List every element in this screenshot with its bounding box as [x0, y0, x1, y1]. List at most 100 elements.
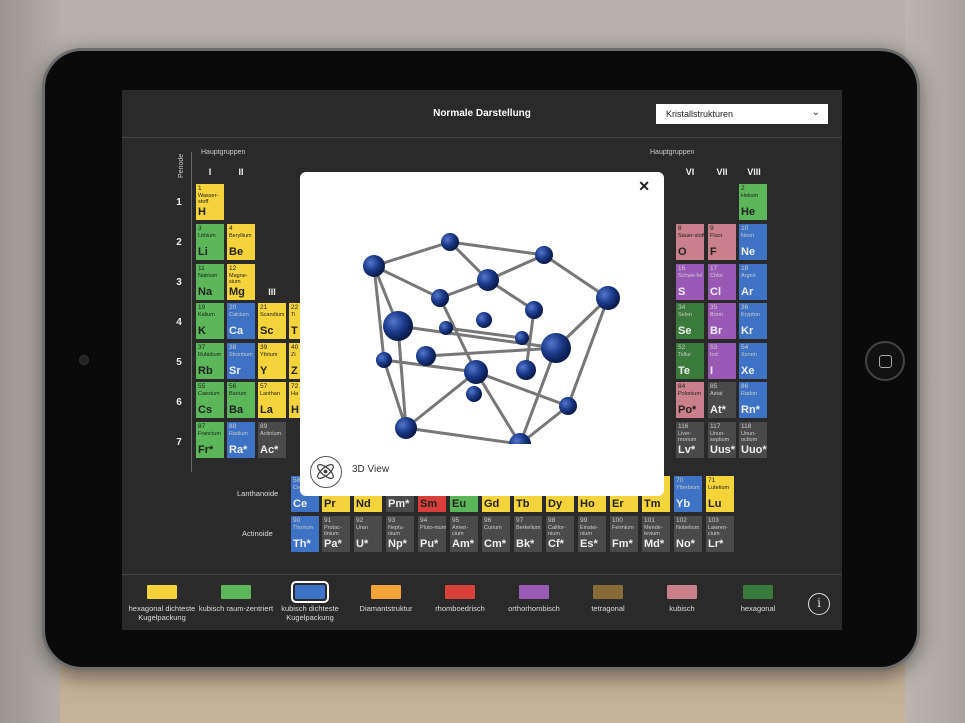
element-cell[interactable]: 8 Sauer-stoff O: [675, 223, 705, 261]
element-cell[interactable]: 10 Neon Ne: [738, 223, 768, 261]
element-cell[interactable]: 71 Lutetium Lu: [705, 475, 735, 513]
element-symbol: Ra*: [229, 444, 248, 456]
element-cell[interactable]: 34 Selen Se: [675, 302, 705, 340]
element-cell[interactable]: 12 Magne-sium Mg: [226, 263, 256, 301]
element-name: Sauer-stoff: [678, 233, 705, 239]
element-cell[interactable]: 38 Strontium Sr: [226, 342, 256, 380]
element-symbol: Tm: [644, 498, 661, 510]
element-cell[interactable]: 18 Argon Ar: [738, 263, 768, 301]
element-cell[interactable]: 102 Nobelium No*: [673, 515, 703, 553]
legend-item[interactable]: rhomboedrisch: [420, 585, 500, 613]
element-cell[interactable]: 53 Iod I: [707, 342, 737, 380]
element-cell[interactable]: 11 Natrium Na: [195, 263, 225, 301]
element-cell[interactable]: 57 Lanthan La: [257, 381, 287, 419]
element-cell[interactable]: 3 Lithium Li: [195, 223, 225, 261]
element-name: Selen: [678, 312, 693, 318]
element-name: Lanthan: [260, 391, 280, 397]
element-symbol: Ar: [741, 286, 754, 298]
element-cell[interactable]: 70 Ytterbium Yb: [673, 475, 703, 513]
home-square-icon: [879, 355, 892, 368]
home-button[interactable]: [865, 341, 905, 381]
element-name: Chlor: [710, 273, 724, 279]
element-symbol: Fm*: [612, 538, 633, 550]
atomic-number: 1: [198, 185, 202, 192]
legend-item[interactable]: Diamantstruktur: [346, 585, 426, 613]
element-cell[interactable]: 9 Fluor F: [707, 223, 737, 261]
app-screen: Normale Darstellung Kristallstrukturen ⌄…: [122, 90, 842, 630]
legend-item[interactable]: orthorhombisch: [494, 585, 574, 613]
element-cell[interactable]: 90 Thorium Th*: [290, 515, 320, 553]
atomic-number: 35: [710, 304, 718, 311]
element-cell[interactable]: 116 Liver-morium Lv*: [675, 421, 705, 459]
element-cell[interactable]: 35 Brom Br: [707, 302, 737, 340]
element-name: Kalium: [198, 312, 215, 318]
element-cell[interactable]: 94 Pluto-nium Pu*: [417, 515, 447, 553]
crystal-structure-modal: ✕ 3D View: [300, 172, 664, 496]
info-button[interactable]: i: [808, 593, 830, 615]
atomic-number: 18: [741, 265, 749, 272]
atomic-number: 86: [741, 383, 749, 390]
element-symbol: Yb: [676, 498, 691, 510]
atom-icon: [317, 463, 334, 480]
element-name: Calcium: [229, 312, 249, 318]
element-symbol: Cm*: [484, 538, 507, 550]
element-symbol: Pa*: [324, 538, 342, 550]
element-cell[interactable]: 93 Neptu-nium Np*: [385, 515, 415, 553]
element-symbol: U*: [356, 538, 369, 550]
element-cell[interactable]: 1 Wasser-stoff H: [195, 183, 225, 221]
close-icon[interactable]: ✕: [638, 178, 650, 195]
element-cell[interactable]: 39 Yttrium Y: [257, 342, 287, 380]
element-cell[interactable]: 2 Helium He: [738, 183, 768, 221]
element-cell[interactable]: 21 Scandium Sc: [257, 302, 287, 340]
element-cell[interactable]: 118 Unun-octium Uuo*: [738, 421, 768, 459]
element-cell[interactable]: 91 Protac-tinium Pa*: [321, 515, 351, 553]
element-symbol: Fr*: [198, 444, 214, 456]
element-cell[interactable]: 19 Kalium K: [195, 302, 225, 340]
element-cell[interactable]: 37 Rubidium Rb: [195, 342, 225, 380]
view-3d-button[interactable]: [310, 456, 342, 488]
element-cell[interactable]: 55 Caesium Cs: [195, 381, 225, 419]
atomic-number: 87: [198, 423, 206, 430]
period-number: 2: [176, 237, 182, 248]
group-numeral-8: VIII: [747, 167, 761, 177]
element-cell[interactable]: 52 Tellur Te: [675, 342, 705, 380]
legend-item[interactable]: tetragonal: [568, 585, 648, 613]
element-cell[interactable]: 87 Francium Fr*: [195, 421, 225, 459]
view-select[interactable]: Kristallstrukturen ⌄: [656, 104, 828, 124]
legend-item[interactable]: hexagonal dichteste Kugelpackung: [122, 585, 202, 622]
element-cell[interactable]: 96 Curium Cm*: [481, 515, 511, 553]
element-cell[interactable]: 17 Chlor Cl: [707, 263, 737, 301]
element-cell[interactable]: 117 Unun-septium Uus*: [707, 421, 737, 459]
element-cell[interactable]: 20 Calcium Ca: [226, 302, 256, 340]
camera-icon: [79, 355, 89, 365]
element-cell[interactable]: 97 Berkelium Bk*: [513, 515, 543, 553]
element-cell[interactable]: 36 Krypton Kr: [738, 302, 768, 340]
element-cell[interactable]: 99 Einstei-nium Es*: [577, 515, 607, 553]
element-cell[interactable]: 4 Beryllium Be: [226, 223, 256, 261]
atomic-number: 55: [198, 383, 206, 390]
lanthanoide-label: Lanthanoide: [237, 489, 279, 498]
legend-item[interactable]: kubisch dichteste Kugelpackung: [270, 581, 350, 622]
element-cell[interactable]: 89 Actinium Ac*: [257, 421, 287, 459]
element-cell[interactable]: 95 Ameri-cium Am*: [449, 515, 479, 553]
element-symbol: Ne: [741, 246, 756, 258]
element-cell[interactable]: 101 Mende-levium Md*: [641, 515, 671, 553]
element-cell[interactable]: 84 Polonium Po*: [675, 381, 705, 419]
group-numeral-6: VI: [685, 167, 695, 177]
element-cell[interactable]: 92 Uran U*: [353, 515, 383, 553]
element-cell[interactable]: 86 Radon Rn*: [738, 381, 768, 419]
element-cell[interactable]: 98 Califor-nium Cf*: [545, 515, 575, 553]
element-cell[interactable]: 85 Astat At*: [707, 381, 737, 419]
atomic-number: 10: [741, 225, 749, 232]
element-cell[interactable]: 100 Fermium Fm*: [609, 515, 639, 553]
element-cell[interactable]: 88 Radium Ra*: [226, 421, 256, 459]
element-cell[interactable]: 54 Xenon Xe: [738, 342, 768, 380]
element-name: Pluto-nium: [420, 525, 447, 531]
element-name: Liver-morium: [678, 431, 697, 443]
legend-item[interactable]: kubisch raum-zentriert: [196, 585, 276, 613]
element-cell[interactable]: 16 Schwe-fel S: [675, 263, 705, 301]
element-cell[interactable]: 103 Lawren-cium Lr*: [705, 515, 735, 553]
legend-item[interactable]: kubisch: [642, 585, 722, 613]
legend-item[interactable]: hexagonal: [718, 585, 798, 613]
element-cell[interactable]: 56 Barium Ba: [226, 381, 256, 419]
